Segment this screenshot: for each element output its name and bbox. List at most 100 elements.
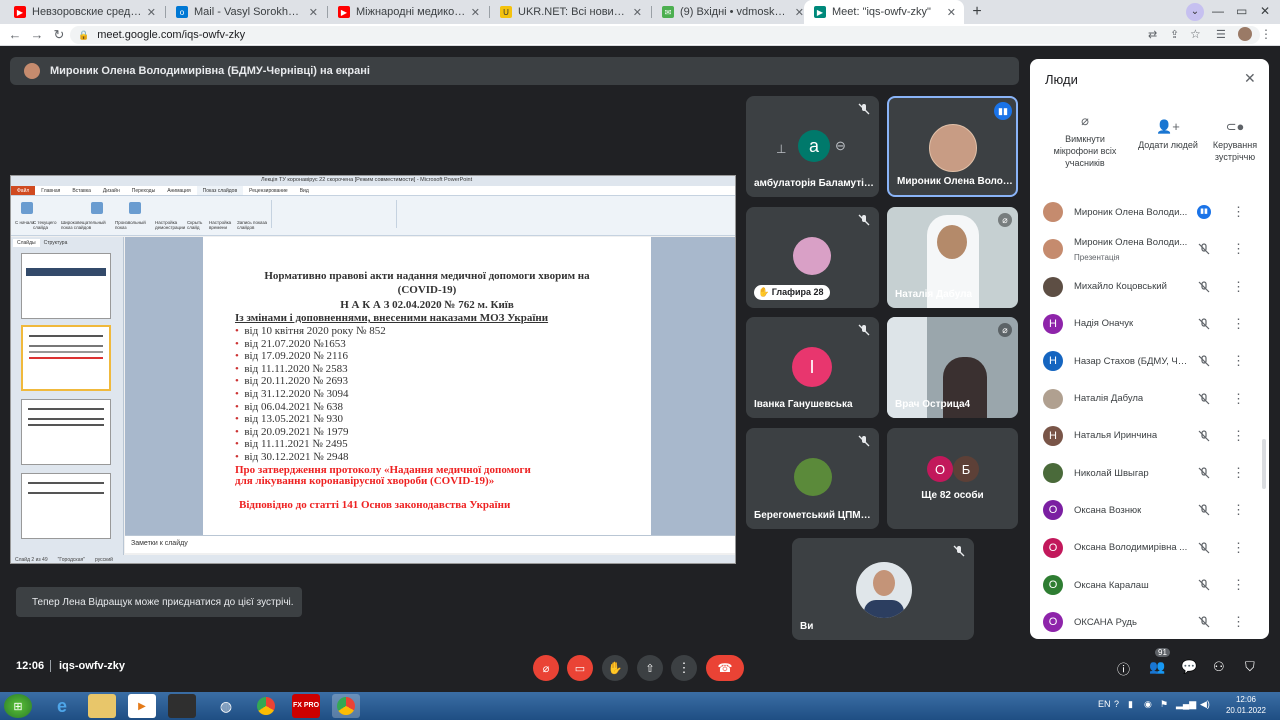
- more-options-icon[interactable]: ⋮: [1232, 502, 1245, 518]
- translate-icon[interactable]: ⇄: [1148, 28, 1157, 41]
- browser-tab-4[interactable]: U UKR.NET: Всі новини України, ос ✕: [490, 0, 650, 24]
- tab-search-icon[interactable]: ⌄: [1186, 3, 1204, 21]
- participant-row[interactable]: Н Наталья Иринчина ⋮: [1030, 418, 1269, 454]
- host-controls-icon[interactable]: ⛉: [1245, 659, 1255, 675]
- system-date[interactable]: 20.01.2022: [1222, 706, 1270, 715]
- participant-row[interactable]: Мироник Олена Володи... ▮▮ ⋮: [1030, 194, 1269, 230]
- ribbon-button[interactable]: Скрыть слайд: [187, 220, 211, 230]
- mic-off-icon[interactable]: [1197, 466, 1211, 480]
- close-tab-icon[interactable]: ✕: [471, 6, 480, 19]
- mute-all-button[interactable]: ⌀ Вимкнути мікрофони всіх учасників: [1043, 113, 1127, 169]
- back-icon[interactable]: ←: [6, 26, 24, 44]
- participant-row[interactable]: Мироник Олена Володи... Презентація ⋮: [1030, 231, 1269, 267]
- help-icon[interactable]: ?: [1114, 699, 1119, 709]
- close-panel-icon[interactable]: ✕: [1244, 70, 1256, 87]
- browser-tab-2[interactable]: o Mail - Vasyl Sorokhan - Outlook ✕: [166, 0, 326, 24]
- mic-off-icon[interactable]: [1197, 578, 1211, 592]
- more-options-icon[interactable]: ⋮: [1232, 204, 1245, 220]
- more-options-icon[interactable]: ⋮: [1232, 577, 1245, 593]
- mic-off-icon[interactable]: [1197, 242, 1211, 256]
- participant-tile[interactable]: І Іванка Ганушевська: [746, 317, 879, 418]
- more-options-icon[interactable]: ⋮: [1232, 316, 1245, 332]
- more-options-icon[interactable]: ⋮: [1232, 353, 1245, 369]
- browser-menu-icon[interactable]: ⋮: [1260, 27, 1272, 41]
- host-controls-button[interactable]: ⊂● Керування зустріччю: [1206, 119, 1264, 163]
- url-field[interactable]: 🔒 meet.google.com/iqs-owfv-zky: [70, 26, 1260, 44]
- close-tab-icon[interactable]: ✕: [795, 6, 804, 19]
- ribbon-button[interactable]: Произвольный показ: [115, 220, 149, 230]
- participant-row[interactable]: О ОКСАНА Рудь ⋮: [1030, 604, 1269, 639]
- ribbon-tab[interactable]: Вид: [294, 186, 315, 195]
- scrollbar[interactable]: [1262, 439, 1266, 489]
- close-tab-icon[interactable]: ✕: [633, 6, 642, 19]
- close-tab-icon[interactable]: ✕: [309, 6, 318, 19]
- self-tile[interactable]: Ви: [792, 538, 974, 640]
- ribbon-tab[interactable]: Главная: [35, 186, 66, 195]
- participant-tile[interactable]: ✋ Глафира 28: [746, 207, 879, 308]
- participant-tile[interactable]: ⊥ а ⊖ амбулаторія Баламутів...: [746, 96, 879, 197]
- people-icon[interactable]: 👥: [1149, 659, 1165, 675]
- browser-tab-meet[interactable]: ▶ Meet: "iqs-owfv-zky" ✕: [804, 0, 964, 24]
- share-icon[interactable]: ⇪: [1170, 28, 1179, 41]
- ribbon-tab[interactable]: Файл: [11, 186, 36, 195]
- participant-tile-active[interactable]: ▮▮ Мироник Олена Волод...: [887, 96, 1018, 197]
- ribbon-tab[interactable]: Переходы: [126, 186, 161, 195]
- remove-icon[interactable]: ⊖: [835, 138, 846, 154]
- slide-thumbnail-selected[interactable]: [21, 325, 111, 391]
- minimize-icon[interactable]: —: [1212, 4, 1224, 18]
- more-options-icon[interactable]: ⋮: [1232, 241, 1245, 257]
- mic-off-icon[interactable]: [1197, 541, 1211, 555]
- mic-toggle-button[interactable]: ⌀: [533, 655, 559, 681]
- ribbon-button[interactable]: Запись показа слайдов: [237, 220, 269, 230]
- pin-icon[interactable]: ⊥: [776, 142, 786, 156]
- ribbon-tab[interactable]: Анимация: [161, 186, 196, 195]
- ribbon-tab[interactable]: Показ слайдов: [196, 186, 244, 195]
- mic-off-icon[interactable]: [1197, 354, 1211, 368]
- slide-thumbnail[interactable]: [21, 473, 111, 539]
- ie-icon[interactable]: e: [48, 694, 76, 718]
- participant-row[interactable]: Н Назар Стахов (БДМУ, Че... ⋮: [1030, 343, 1269, 379]
- participant-video[interactable]: ⌀ Наталія Дабула: [887, 207, 1018, 308]
- more-options-icon[interactable]: ⋮: [1232, 391, 1245, 407]
- close-tab-icon[interactable]: ✕: [947, 6, 956, 19]
- browser-tab-5[interactable]: ✉ (9) Вхідні • vdmoskaliuk@ukr.net ✕: [652, 0, 812, 24]
- mic-off-icon[interactable]: [1197, 317, 1211, 331]
- ribbon-button[interactable]: Широковещательный показ слайдов: [61, 220, 117, 230]
- new-tab-button[interactable]: +: [968, 3, 986, 21]
- slide-notes-field[interactable]: Заметки к слайду: [125, 535, 735, 553]
- chrome-active-icon[interactable]: [332, 694, 360, 718]
- participant-row[interactable]: О Оксана Вознюк ⋮: [1030, 492, 1269, 528]
- language-indicator[interactable]: EN: [1098, 699, 1111, 709]
- chat-icon[interactable]: 💬: [1181, 659, 1197, 675]
- system-time[interactable]: 12:06: [1222, 695, 1270, 704]
- slide-thumbnail[interactable]: [21, 399, 111, 465]
- tray-icon[interactable]: ◉: [1144, 699, 1152, 710]
- slide-thumbnail[interactable]: [21, 253, 111, 319]
- speaking-icon[interactable]: ▮▮: [1197, 205, 1211, 219]
- present-button[interactable]: ⇧: [637, 655, 663, 681]
- ribbon-button[interactable]: Настройка времени: [209, 220, 237, 230]
- participant-row[interactable]: Николай Швыгар ⋮: [1030, 455, 1269, 491]
- more-options-icon[interactable]: ⋮: [1232, 614, 1245, 630]
- bookmark-star-icon[interactable]: ☆: [1190, 27, 1201, 41]
- ribbon-button[interactable]: Настройка демонстрации: [155, 220, 189, 230]
- ribbon-tab[interactable]: Рецензирование: [243, 186, 294, 195]
- participant-row[interactable]: Н Надія Оначук ⋮: [1030, 306, 1269, 342]
- profile-avatar[interactable]: [1238, 27, 1252, 41]
- participant-video[interactable]: ⌀ Врач Острица4: [887, 317, 1018, 418]
- reload-icon[interactable]: ↻: [50, 26, 68, 44]
- participant-row[interactable]: О Оксана Каралаш ⋮: [1030, 567, 1269, 603]
- browser-tab-1[interactable]: ▶ Невзоровские среды. Как будет ✕: [4, 0, 164, 24]
- more-options-icon[interactable]: ⋮: [1232, 428, 1245, 444]
- mic-off-icon[interactable]: [1197, 392, 1211, 406]
- signal-icon[interactable]: ▂▄▆: [1176, 699, 1196, 710]
- slides-tab[interactable]: Слайды: [13, 239, 40, 247]
- camera-toggle-button[interactable]: ▭: [567, 655, 593, 681]
- participant-row[interactable]: О Оксана Володимирівна ... ⋮: [1030, 530, 1269, 566]
- close-window-icon[interactable]: ✕: [1260, 4, 1270, 18]
- activities-icon[interactable]: ⚇: [1213, 659, 1225, 675]
- more-options-icon[interactable]: ⋮: [1232, 279, 1245, 295]
- ribbon-button[interactable]: С текущего слайда: [33, 220, 59, 230]
- media-player-icon[interactable]: ▶: [128, 694, 156, 718]
- more-participants-tile[interactable]: О Б Ще 82 особи: [887, 428, 1018, 529]
